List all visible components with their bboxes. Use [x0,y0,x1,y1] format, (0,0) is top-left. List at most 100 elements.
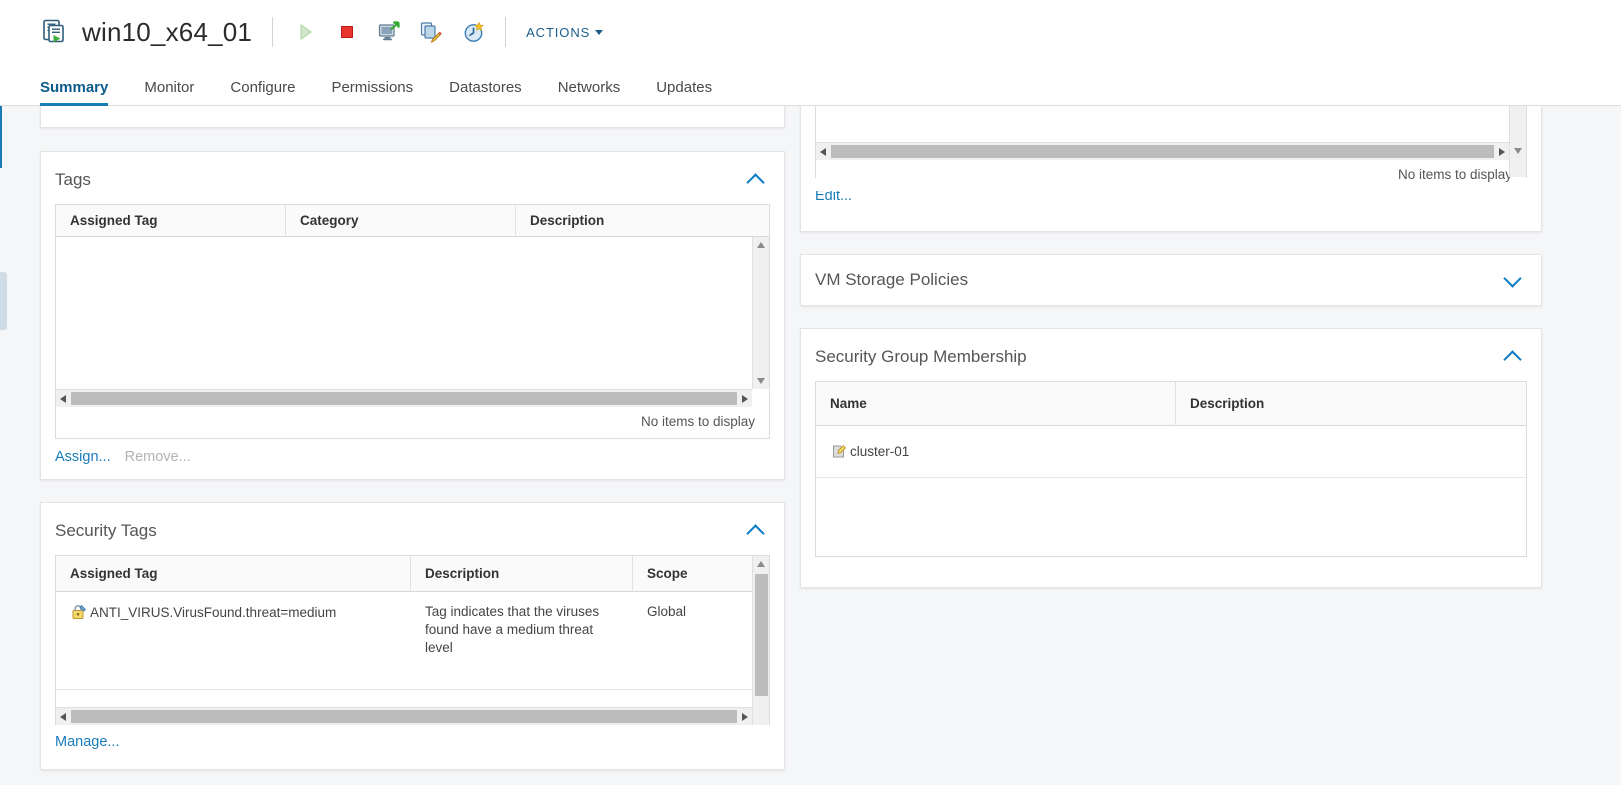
app-header: win10_x64_01 ACTIONS [0,0,1621,64]
scroll-left-arrow-icon[interactable] [56,390,71,408]
right-top-panel: No items to display Edit... [800,106,1542,232]
active-selection-edge [0,106,2,168]
header-divider-2 [505,17,507,47]
tags-grid-body [56,237,769,389]
assigned-tag-value: ANTI_VIRUS.VirusFound.threat=medium [90,605,337,620]
snapshot-icon[interactable] [461,20,485,44]
scroll-up-arrow-icon[interactable] [753,556,769,572]
right-top-empty-message: No items to display [816,160,1526,191]
column-header-description[interactable]: Description [516,205,769,237]
power-on-icon[interactable] [293,20,317,44]
security-tags-horizontal-scrollbar[interactable] [56,707,752,725]
tab-label: Updates [656,79,713,96]
chevron-down-icon [595,29,604,35]
chevron-up-icon[interactable] [746,521,766,541]
tags-empty-message: No items to display [56,407,769,438]
security-group-membership-header: Security Group Membership [801,329,1541,381]
tags-panel-title: Tags [55,170,91,189]
security-tags-vertical-scrollbar[interactable] [752,556,769,725]
scroll-down-arrow-icon[interactable] [753,373,770,389]
manage-security-tags-link[interactable]: Manage... [55,734,120,750]
scroll-right-arrow-icon[interactable] [737,708,752,726]
right-column: No items to display Edit... VM Storage P… [800,106,1542,588]
column-header-assigned-tag[interactable]: Assigned Tag [56,204,286,237]
security-tags-panel-title: Security Tags [55,521,157,540]
tab-label: Permissions [331,79,414,96]
table-row[interactable]: ANTI_VIRUS.VirusFound.threat=medium Tag … [56,592,752,690]
tags-panel: Tags Assigned Tag Category Description N… [40,151,785,480]
security-group-name: cluster-01 [850,444,910,459]
power-off-icon[interactable] [335,20,359,44]
tab-networks[interactable]: Networks [558,79,621,105]
tags-grid-horizontal-scrollbar[interactable] [56,389,752,407]
tab-monitor[interactable]: Monitor [144,79,194,105]
tags-grid-header: Assigned Tag Category Description [56,204,769,237]
launch-remote-console-icon[interactable] [377,20,401,44]
cell-name: cluster-01 [816,431,1176,472]
security-tags-grid-header: Assigned Tag Description Scope [56,556,752,592]
cell-scope: Global [647,604,687,619]
column-header-description[interactable]: Description [1176,382,1526,426]
chevron-up-icon[interactable] [746,170,766,190]
scroll-right-arrow-icon[interactable] [1494,143,1509,161]
cell-assigned-tag: ANTI_VIRUS.VirusFound.threat=medium [56,592,411,689]
cell-description: Tag indicates that the viruses found hav… [425,604,600,655]
security-group-membership-panel: Security Group Membership Name Descripti… [800,328,1542,588]
tab-datastores[interactable]: Datastores [449,79,522,105]
vm-storage-policies-header[interactable]: VM Storage Policies [801,255,1541,304]
scroll-right-arrow-icon[interactable] [737,390,752,408]
actions-menu-button[interactable]: ACTIONS [526,24,604,40]
tab-updates[interactable]: Updates [656,79,712,105]
chevron-up-icon[interactable] [1503,347,1523,367]
edit-settings-icon[interactable] [419,20,443,44]
header-divider-1 [272,17,274,47]
security-tags-grid-body: ANTI_VIRUS.VirusFound.threat=medium Tag … [56,592,752,690]
column-header-assigned-tag[interactable]: Assigned Tag [56,556,411,592]
tab-summary[interactable]: Summary [40,79,109,106]
horizontal-scroll-thumb[interactable] [71,392,737,405]
tags-grid-vertical-scrollbar[interactable] [752,237,769,389]
scroll-left-arrow-icon[interactable] [56,708,71,726]
right-top-vertical-scrollbar[interactable] [1509,106,1526,177]
summary-content: Tags Assigned Tag Category Description N… [0,106,1621,785]
tab-label: Monitor [144,79,195,96]
column-header-name[interactable]: Name [816,381,1176,426]
virtual-machine-powered-on-icon [40,17,70,47]
vm-storage-policies-panel: VM Storage Policies [800,254,1542,306]
actions-label: ACTIONS [526,24,591,40]
tags-panel-links: Assign... Remove... [41,439,784,479]
chevron-down-icon[interactable] [1503,270,1523,290]
tags-panel-header: Tags [41,152,784,204]
scroll-down-arrow-icon[interactable] [1510,143,1527,159]
header-toolbar [293,20,485,44]
assign-tag-link[interactable]: Assign... [55,449,111,465]
vertical-scroll-thumb[interactable] [755,574,768,696]
security-group-membership-title: Security Group Membership [815,347,1027,366]
tab-label: Configure [230,79,296,96]
previous-panel-partial [40,106,785,128]
pane-splitter-handle[interactable] [0,272,7,330]
security-group-grid: Name Description cluster-01 [815,381,1527,557]
column-header-description[interactable]: Description [411,556,633,592]
scroll-left-arrow-icon[interactable] [816,143,831,161]
security-tag-lock-icon [70,603,88,621]
security-group-icon [830,442,848,460]
column-header-scope[interactable]: Scope [633,556,752,592]
primary-tabs: Summary Monitor Configure Permissions Da… [0,64,1621,106]
horizontal-scroll-thumb[interactable] [831,145,1494,158]
object-header-row: win10_x64_01 ACTIONS [0,0,1621,64]
tab-permissions[interactable]: Permissions [331,79,413,105]
right-top-grid: No items to display [815,106,1527,191]
right-top-horizontal-scrollbar[interactable] [816,142,1509,160]
column-header-category[interactable]: Category [286,204,516,237]
security-tags-grid: Assigned Tag Description Scope ANTI_VIRU… [55,555,770,725]
scroll-up-arrow-icon[interactable] [753,237,770,253]
tab-configure[interactable]: Configure [230,79,295,105]
security-tags-panel-links: Manage... [41,725,784,754]
page-title: win10_x64_01 [82,16,253,47]
table-row[interactable]: cluster-01 [816,426,1526,478]
security-tags-panel-header: Security Tags [41,503,784,555]
right-top-grid-body [816,106,1509,142]
horizontal-scroll-thumb[interactable] [71,710,737,723]
cell-description [1176,441,1526,463]
